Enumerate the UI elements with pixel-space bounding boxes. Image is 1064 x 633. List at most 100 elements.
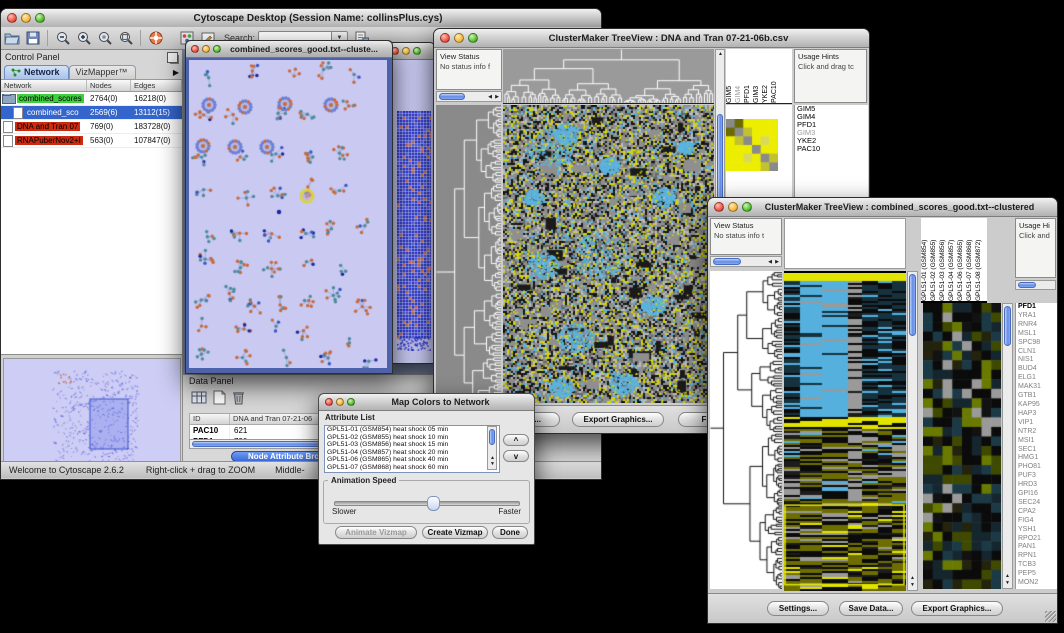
gene-label[interactable]: MSI1 <box>1016 437 1057 446</box>
treeview2-heatmap[interactable] <box>784 271 906 591</box>
gene-label[interactable]: MON2 <box>1016 579 1057 588</box>
close-icon[interactable] <box>440 33 450 43</box>
treeview2-gene-list[interactable]: PFD1YRA1RNR4MSL1SPC98CLN1NIS1BUD4ELG1MAK… <box>1015 303 1057 589</box>
speed-slider[interactable] <box>334 501 520 506</box>
attribute-list-item[interactable]: GPL51-06 (GSM865) heat shock 40 min <box>325 456 499 464</box>
tab-vizmapper[interactable]: VizMapper™ <box>69 65 137 79</box>
treeview1-gene-dendrogram[interactable] <box>436 105 501 403</box>
gene-label[interactable]: RPN1 <box>1016 552 1057 561</box>
zoom-fit-icon[interactable] <box>116 29 135 47</box>
export-graphics-button[interactable]: Export Graphics... <box>572 412 664 427</box>
attribute-list-item[interactable]: GPL51-03 (GSM856) heat shock 15 min <box>325 441 499 449</box>
minimize-icon[interactable] <box>202 45 210 53</box>
column-label[interactable]: GPL51-04 (GSM857) <box>948 218 957 301</box>
treeview2-hints-hscrollbar[interactable] <box>1015 280 1056 290</box>
treeview2-vscrollbar[interactable]: ▲ ▼ <box>907 271 918 591</box>
gene-label[interactable]: MSL1 <box>1016 330 1057 339</box>
treeview2-titlebar[interactable]: ClusterMaker TreeView : combined_scores_… <box>708 198 1057 217</box>
new-attribute-icon[interactable] <box>213 390 226 410</box>
treeview2-gene-dendrogram[interactable] <box>710 271 782 589</box>
gene-label[interactable]: CLN1 <box>1016 348 1057 357</box>
column-label[interactable]: PAC10 <box>771 49 780 103</box>
minimize-icon[interactable] <box>454 33 464 43</box>
attribute-list-item[interactable]: GPL51-01 (GSM854) heat shock 05 min <box>325 426 499 434</box>
network-list-row[interactable]: DNA and Tran 07769(0)183728(0) <box>1 120 182 134</box>
export-graphics-button[interactable]: Export Graphics... <box>911 601 1003 616</box>
slider-thumb[interactable] <box>427 496 440 511</box>
attribute-list-item[interactable]: GPL51-02 (GSM855) heat shock 10 min <box>325 434 499 442</box>
gene-label[interactable]: SEC24 <box>1016 499 1057 508</box>
create-vizmap-button[interactable]: Create Vizmap <box>422 526 488 539</box>
gene-label[interactable]: KAP95 <box>1016 401 1057 410</box>
network-list-row[interactable]: RNAPuberNov2+I563(0)107847(0) <box>1 134 182 148</box>
dialog-titlebar[interactable]: Map Colors to Network <box>319 394 534 411</box>
attribute-list-item[interactable]: GPL51-07 (GSM868) heat shock 60 min <box>325 464 499 472</box>
animate-vizmap-button[interactable]: Animate Vizmap <box>335 526 417 539</box>
minimize-icon[interactable] <box>728 202 738 212</box>
column-label[interactable]: GPL51-07 (GSM868) <box>966 218 975 301</box>
zoom-window-icon[interactable] <box>35 13 45 23</box>
settings-button[interactable]: Settings... <box>767 601 829 616</box>
gene-label[interactable]: PEP5 <box>1016 570 1057 579</box>
gene-label[interactable]: YSH1 <box>1016 526 1057 535</box>
zoom-window-icon[interactable] <box>213 45 221 53</box>
done-button[interactable]: Done <box>492 526 528 539</box>
delete-attribute-icon[interactable] <box>232 390 245 410</box>
gene-label[interactable]: PAC10 <box>795 145 868 153</box>
main-titlebar[interactable]: Cytoscape Desktop (Session Name: collins… <box>1 9 601 28</box>
save-data-button[interactable]: Save Data... <box>839 601 903 616</box>
help-icon[interactable] <box>146 29 165 47</box>
gene-label[interactable]: ELG1 <box>1016 374 1057 383</box>
select-attributes-icon[interactable] <box>191 390 207 410</box>
gene-label[interactable]: RPO21 <box>1016 535 1057 544</box>
zoom-window-icon[interactable] <box>347 398 355 406</box>
close-icon[interactable] <box>325 398 333 406</box>
treeview1-array-dendrogram[interactable] <box>503 49 714 104</box>
column-label[interactable]: GPL51-08 (GSM872) <box>975 218 984 301</box>
move-down-button[interactable]: v <box>503 450 529 462</box>
minimize-icon[interactable] <box>402 47 410 55</box>
close-icon[interactable] <box>714 202 724 212</box>
zoom-selected-icon[interactable] <box>95 29 114 47</box>
network-list-row[interactable]: combined_sco2569(6)13112(15) <box>1 106 182 120</box>
gene-label[interactable]: HMG1 <box>1016 454 1057 463</box>
gene-label[interactable]: YRA1 <box>1016 312 1057 321</box>
birdseye-view-canvas[interactable] <box>3 358 181 470</box>
network1-titlebar[interactable]: combined_scores_good.txt--cluste... <box>186 41 392 58</box>
attribute-list-scrollbar[interactable]: ▲ ▼ <box>487 426 497 470</box>
attribute-list[interactable]: GPL51-01 (GSM854) heat shock 05 minGPL51… <box>324 425 500 473</box>
minimize-icon[interactable] <box>336 398 344 406</box>
column-label[interactable]: PFD1 <box>744 49 753 103</box>
gene-label[interactable]: BUD4 <box>1016 365 1057 374</box>
gene-label[interactable]: FIG4 <box>1016 517 1057 526</box>
gene-label[interactable]: TCB3 <box>1016 561 1057 570</box>
gene-label[interactable]: SPC98 <box>1016 339 1057 348</box>
gene-label[interactable]: PHO81 <box>1016 463 1057 472</box>
gene-label[interactable]: NTR2 <box>1016 428 1057 437</box>
column-label[interactable]: GIM5 <box>726 49 735 103</box>
tab-network[interactable]: Network <box>4 65 69 79</box>
treeview1-heatmap[interactable] <box>503 105 714 403</box>
treeview1-titlebar[interactable]: ClusterMaker TreeView : DNA and Tran 07-… <box>434 29 869 48</box>
network-list-row[interactable]: combined_scores2764(0)16218(0) <box>1 92 182 106</box>
gene-label[interactable]: PFD1 <box>1016 303 1057 312</box>
gene-label[interactable]: PAN1 <box>1016 543 1057 552</box>
tab-overflow-arrow[interactable]: ▶ <box>173 68 179 77</box>
column-label[interactable]: GPL51-02 (GSM855) <box>930 218 939 301</box>
minimize-icon[interactable] <box>21 13 31 23</box>
gene-label[interactable]: NIS1 <box>1016 356 1057 365</box>
column-label[interactable]: YKE2 <box>762 49 771 103</box>
treeview1-status-hscrollbar[interactable]: ◀▶ <box>436 91 502 102</box>
zoom-out-icon[interactable] <box>53 29 72 47</box>
attribute-list-item[interactable]: GPL51-04 (GSM857) heat shock 20 min <box>325 449 499 457</box>
close-icon[interactable] <box>191 45 199 53</box>
treeview2-zoom-heatmap[interactable] <box>923 303 1001 589</box>
treeview1-similarity-heatmap[interactable] <box>726 119 778 171</box>
network2-titlebar[interactable] <box>387 43 434 60</box>
zoom-window-icon[interactable] <box>742 202 752 212</box>
column-label[interactable]: GPL51-01 (GSM854) <box>921 218 930 301</box>
save-session-icon[interactable] <box>23 29 42 47</box>
network1-canvas[interactable] <box>189 60 387 368</box>
gene-label[interactable]: GPI16 <box>1016 490 1057 499</box>
gene-label[interactable]: PUF3 <box>1016 472 1057 481</box>
